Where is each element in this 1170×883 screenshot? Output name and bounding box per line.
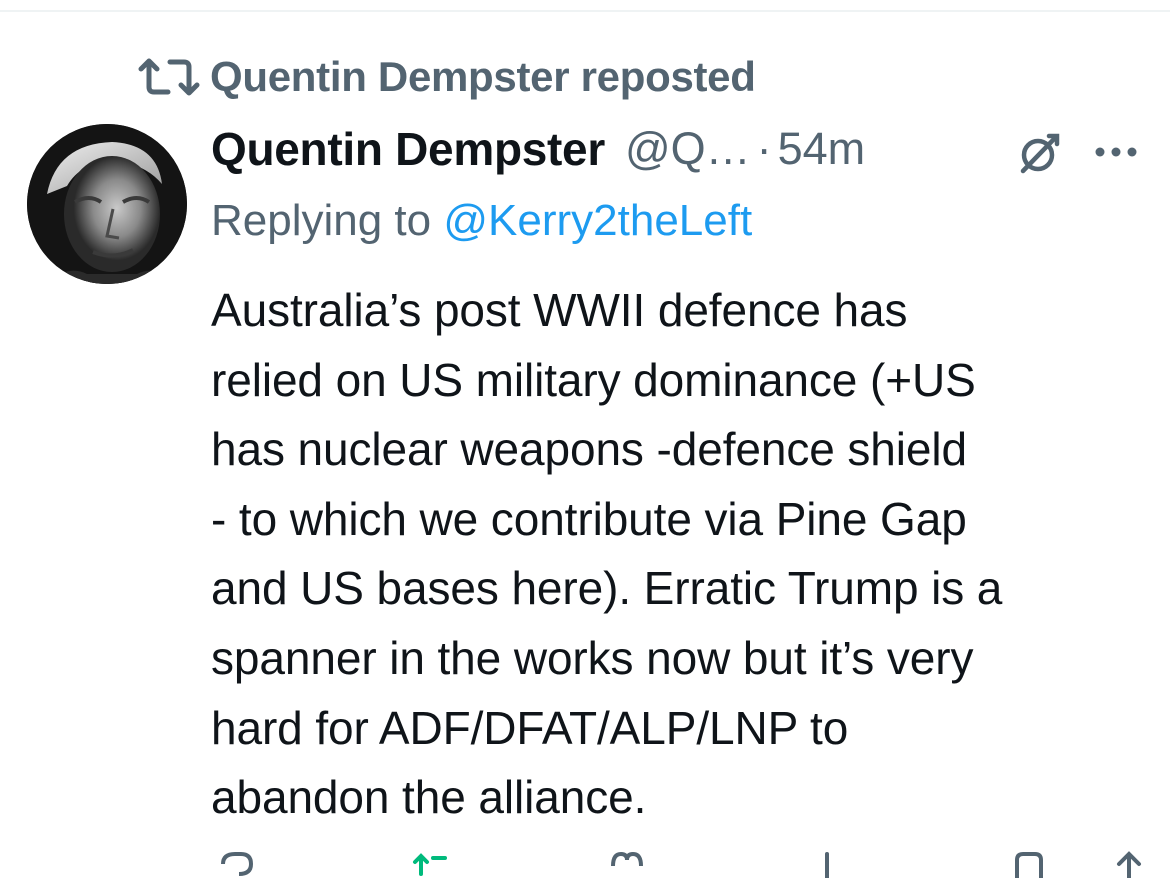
tweet-text-line: hard for ADF/DFAT/ALP/LNP to: [211, 701, 849, 754]
more-icon[interactable]: [1094, 145, 1138, 159]
author-display-name[interactable]: Quentin Dempster: [211, 122, 605, 176]
repost-context[interactable]: Quentin Dempster reposted: [138, 52, 756, 102]
tweet-text-line: has nuclear weapons -defence shield: [211, 423, 967, 476]
tweet-text-line: abandon the alliance.: [211, 771, 647, 824]
top-divider: [0, 10, 1170, 12]
repost-label: Quentin Dempster reposted: [210, 53, 756, 100]
replying-to: Replying to @Kerry2theLeft: [211, 196, 752, 246]
tweet-text-line: Australia’s post WWII defence has: [211, 284, 908, 336]
tweet-text-line: spanner in the works now but it’s very: [211, 631, 974, 684]
tweet-text: Australia’s post WWII defence has relied…: [211, 276, 1002, 833]
views-icon[interactable]: [809, 848, 845, 880]
share-icon[interactable]: [1111, 848, 1147, 880]
retweet-icon[interactable]: [411, 848, 447, 878]
tweet-header: Quentin Dempster @Q… · 54m: [211, 118, 865, 180]
bookmark-icon[interactable]: [1011, 848, 1047, 878]
replying-prefix: Replying to: [211, 196, 444, 245]
tweet-text-line: - to which we contribute via Pine Gap: [211, 492, 967, 545]
grok-icon[interactable]: [1015, 130, 1061, 176]
reply-mention-link[interactable]: @Kerry2theLeft: [443, 196, 752, 245]
header-separator: ·: [756, 123, 772, 174]
tweet-actions: [211, 848, 1170, 880]
tweet-text-line: and US bases here). Erratic Trump is a: [211, 562, 1003, 615]
author-handle[interactable]: @Q…: [625, 123, 751, 175]
tweet-text-line: relied on US military dominance (+US: [211, 353, 976, 406]
tweet-timestamp[interactable]: 54m: [778, 123, 866, 175]
like-icon[interactable]: [609, 848, 645, 878]
avatar[interactable]: [27, 124, 187, 284]
repost-icon: [138, 57, 200, 97]
reply-icon[interactable]: [219, 848, 255, 878]
